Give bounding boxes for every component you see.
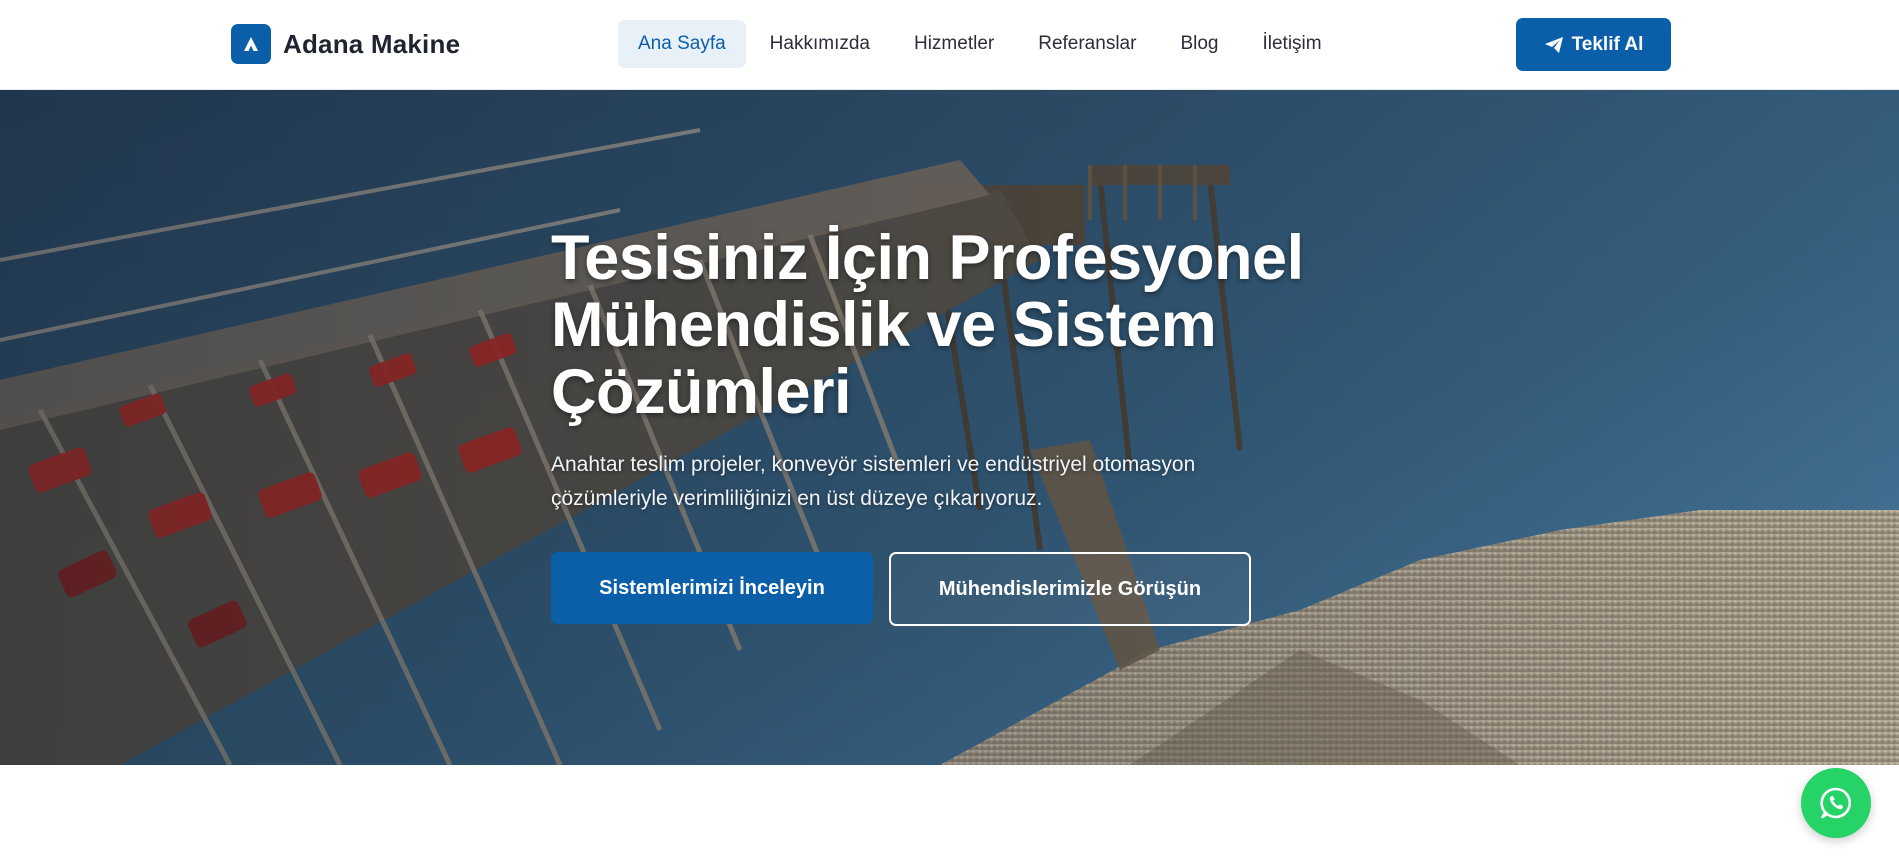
hero-subtitle: Anahtar teslim projeler, konveyör sistem…: [551, 453, 1196, 510]
hero-buttons: Sistemlerimizi İnceleyin Mühendislerimiz…: [551, 552, 1311, 626]
brand[interactable]: Adana Makine: [231, 24, 460, 64]
brand-logo-icon: [231, 24, 271, 64]
paper-plane-icon: [1544, 36, 1563, 53]
brand-name: Adana Makine: [283, 28, 461, 59]
explore-systems-button[interactable]: Sistemlerimizi İnceleyin: [551, 552, 873, 624]
whatsapp-icon: [1820, 787, 1852, 819]
nav-item-contact[interactable]: İletişim: [1242, 20, 1341, 68]
hero-title: Tesisiniz İçin Profesyonel Mühendislik v…: [551, 223, 1304, 427]
nav-item-references[interactable]: Referanslar: [1018, 20, 1156, 68]
get-quote-label: Teklif Al: [1571, 33, 1644, 55]
nav-item-blog[interactable]: Blog: [1160, 20, 1238, 68]
hero-content: Tesisiniz İçin Profesyonel Mühendislik v…: [551, 225, 1311, 626]
hero-section: Tesisiniz İçin Profesyonel Mühendislik v…: [0, 90, 1899, 765]
nav-item-services[interactable]: Hizmetler: [894, 20, 1014, 68]
nav-item-home[interactable]: Ana Sayfa: [618, 20, 746, 68]
nav-item-about[interactable]: Hakkımızda: [750, 20, 890, 68]
main-nav: Ana Sayfa Hakkımızda Hizmetler Referansl…: [618, 20, 1346, 68]
whatsapp-button[interactable]: [1801, 768, 1871, 838]
contact-engineers-button[interactable]: Mühendislerimizle Görüşün: [889, 552, 1251, 626]
get-quote-button[interactable]: Teklif Al: [1516, 18, 1671, 71]
site-header: Adana Makine Ana Sayfa Hakkımızda Hizmet…: [0, 0, 1899, 90]
